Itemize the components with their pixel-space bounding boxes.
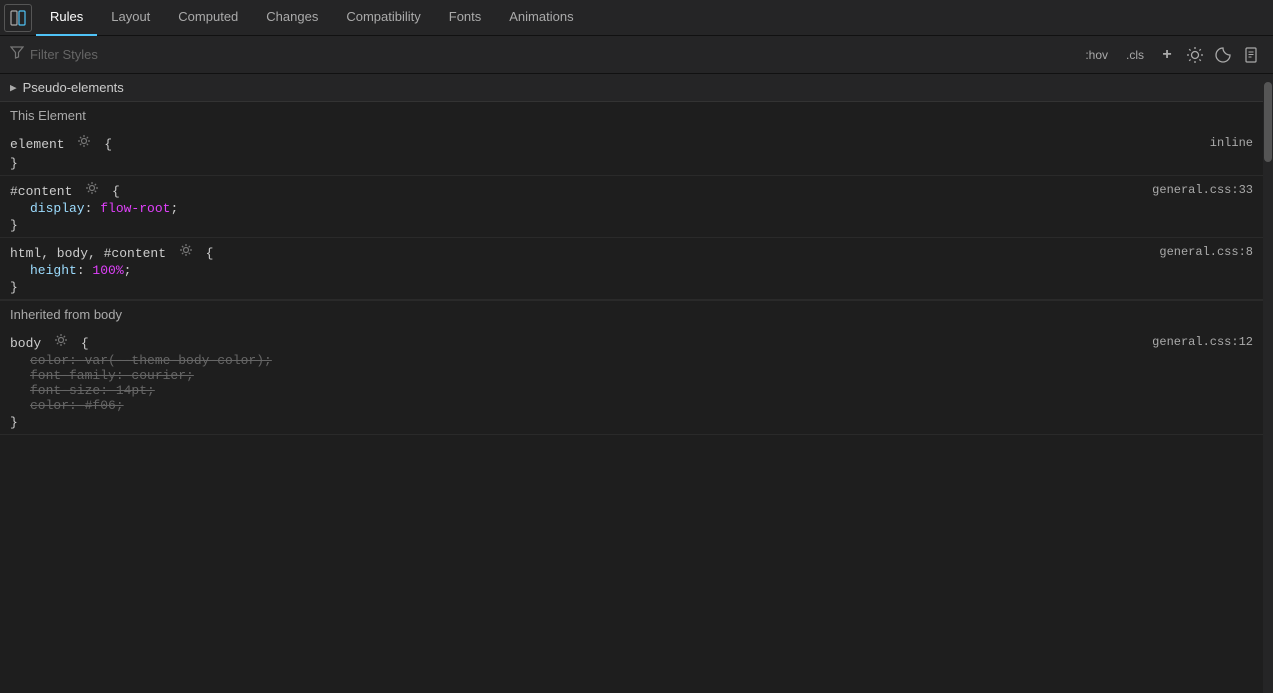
element-rule-block: element { inline } <box>0 129 1263 176</box>
body-rule-source: general.css:12 <box>1152 335 1253 349</box>
element-rule-close: } <box>10 156 1253 171</box>
content-selector: #content { <box>10 180 120 199</box>
filter-bar: :hov .cls + <box>0 36 1273 74</box>
body-font-family-prop: font-family: courier; <box>30 368 194 383</box>
html-body-selector: html, body, #content { <box>10 242 213 261</box>
tab-rules[interactable]: Rules <box>36 0 97 36</box>
tab-computed[interactable]: Computed <box>164 0 252 36</box>
tab-fonts[interactable]: Fonts <box>435 0 496 36</box>
main-content: ▶ Pseudo-elements This Element element {… <box>0 74 1273 693</box>
add-style-button[interactable]: + <box>1155 43 1179 67</box>
pseudo-elements-section[interactable]: ▶ Pseudo-elements <box>0 74 1263 102</box>
scrollbar-thumb[interactable] <box>1264 82 1272 162</box>
panel-toggle-button[interactable] <box>4 4 32 32</box>
html-body-rule-close: } <box>10 280 1253 295</box>
tab-compatibility[interactable]: Compatibility <box>332 0 434 36</box>
element-selector: element { <box>10 133 112 152</box>
element-gear-icon[interactable] <box>76 133 92 149</box>
hov-button[interactable]: :hov <box>1078 45 1115 65</box>
scrollbar-track[interactable] <box>1263 74 1273 693</box>
tab-changes[interactable]: Changes <box>252 0 332 36</box>
display-prop-name: display <box>30 201 85 216</box>
filter-styles-input[interactable] <box>30 47 1078 62</box>
element-rule-source: inline <box>1210 136 1253 150</box>
body-gear-icon[interactable] <box>53 332 69 348</box>
content-rule-header: #content { general.css:33 <box>10 180 1253 199</box>
body-rule-body: color: var(--theme-body-color); font-fam… <box>10 351 1253 415</box>
inherited-label: Inherited from body <box>0 300 1263 328</box>
filter-funnel-icon <box>10 45 24 64</box>
html-body-rule-body: height: 100%; <box>10 261 1253 280</box>
body-selector: body { <box>10 332 89 351</box>
content-gear-icon[interactable] <box>84 180 100 196</box>
document-button[interactable] <box>1239 43 1263 67</box>
content-rule-body: display: flow-root; <box>10 199 1253 218</box>
body-prop-color2: color: #f06; <box>30 398 1253 413</box>
body-rule-block: body { general.css:12 color: var(--theme… <box>0 328 1263 435</box>
body-rule-header: body { general.css:12 <box>10 332 1253 351</box>
this-element-label: This Element <box>0 102 1263 129</box>
body-color1-prop: color: var(--theme-body-color); <box>30 353 272 368</box>
html-body-gear-icon[interactable] <box>178 242 194 258</box>
body-color2-prop: color: #f06; <box>30 398 124 413</box>
body-prop-color1: color: var(--theme-body-color); <box>30 353 1253 368</box>
height-prop-value: 100% <box>92 263 123 278</box>
content-rule-source: general.css:33 <box>1152 183 1253 197</box>
html-body-rule-source: general.css:8 <box>1159 245 1253 259</box>
content-rule-close: } <box>10 218 1253 233</box>
rules-panel[interactable]: ▶ Pseudo-elements This Element element {… <box>0 74 1263 693</box>
tab-bar: Rules Layout Computed Changes Compatibil… <box>0 0 1273 36</box>
element-rule-header: element { inline <box>10 133 1253 152</box>
body-rule-close: } <box>10 415 1253 430</box>
body-font-size-prop: font-size: 14pt; <box>30 383 155 398</box>
filter-actions: :hov .cls + <box>1078 43 1263 67</box>
html-body-rule-header: html, body, #content { general.css:8 <box>10 242 1253 261</box>
body-prop-font-family: font-family: courier; <box>30 368 1253 383</box>
pseudo-elements-label: Pseudo-elements <box>23 80 124 95</box>
body-prop-font-size: font-size: 14pt; <box>30 383 1253 398</box>
dark-theme-button[interactable] <box>1211 43 1235 67</box>
tab-animations[interactable]: Animations <box>495 0 587 36</box>
content-rule-block: #content { general.css:33 display: flow-… <box>0 176 1263 238</box>
height-prop-name: height <box>30 263 77 278</box>
html-body-rule-block: html, body, #content { general.css:8 hei… <box>0 238 1263 300</box>
display-prop-value: flow-root <box>100 201 170 216</box>
cls-button[interactable]: .cls <box>1119 45 1151 65</box>
pseudo-elements-toggle-icon: ▶ <box>10 81 17 95</box>
light-theme-button[interactable] <box>1183 43 1207 67</box>
tab-layout[interactable]: Layout <box>97 0 164 36</box>
